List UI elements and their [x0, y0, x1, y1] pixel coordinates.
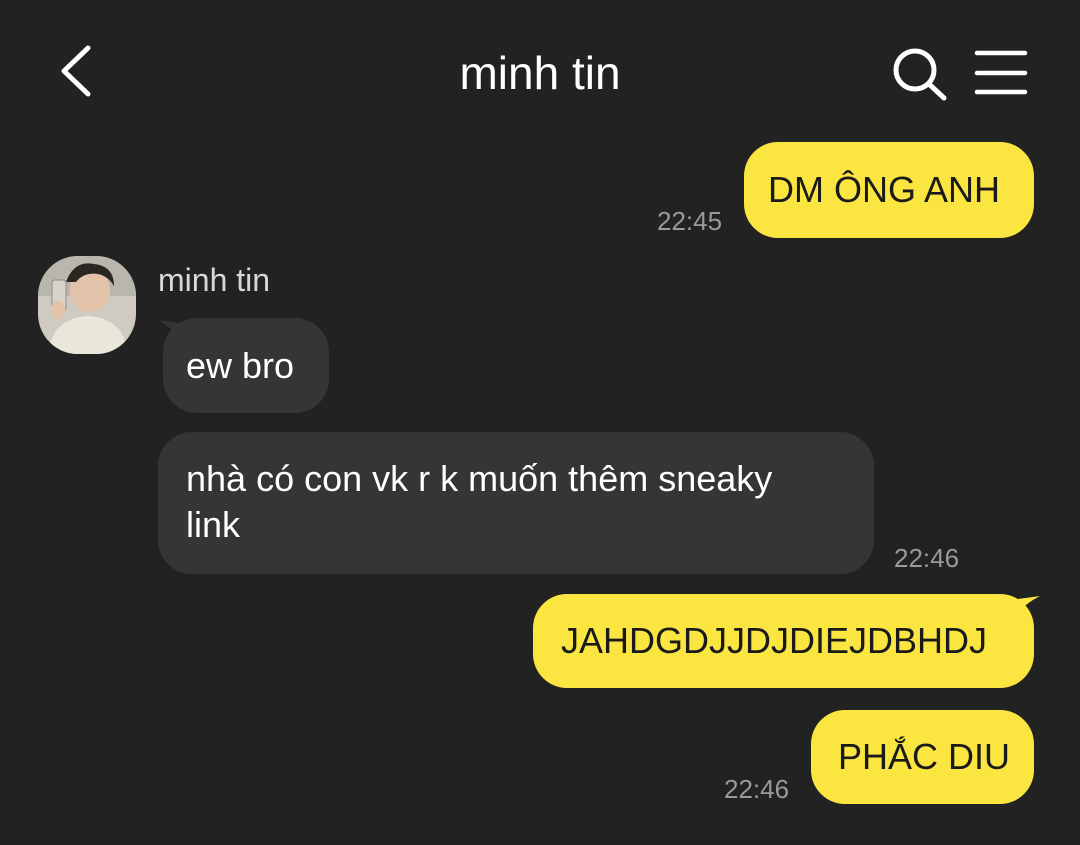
profile-photo-icon — [38, 256, 136, 354]
message-text-line: link — [186, 504, 241, 545]
message-timestamp: 22:46 — [894, 543, 960, 573]
message-text-line: nhà có con vk r k muốn thêm sneaky — [186, 458, 773, 499]
outgoing-message-bubble[interactable]: PHẮC DIU — [811, 710, 1034, 804]
search-icon — [893, 48, 947, 101]
sender-name: minh tin — [158, 262, 271, 298]
message-timestamp: 22:46 — [724, 774, 790, 804]
message-timestamp: 22:45 — [657, 206, 723, 236]
search-button[interactable] — [888, 44, 950, 104]
menu-button[interactable] — [972, 46, 1030, 100]
outgoing-message-bubble[interactable]: DM ÔNG ANH — [744, 142, 1034, 238]
outgoing-message-bubble[interactable]: JAHDGDJJDJDIEJDBHDJ — [533, 594, 1034, 688]
avatar[interactable] — [38, 256, 136, 354]
incoming-message-bubble[interactable]: nhà có con vk r k muốn thêm sneaky link — [158, 432, 874, 574]
incoming-message-bubble[interactable]: ew bro — [163, 318, 329, 413]
hamburger-menu-icon — [974, 50, 1028, 95]
